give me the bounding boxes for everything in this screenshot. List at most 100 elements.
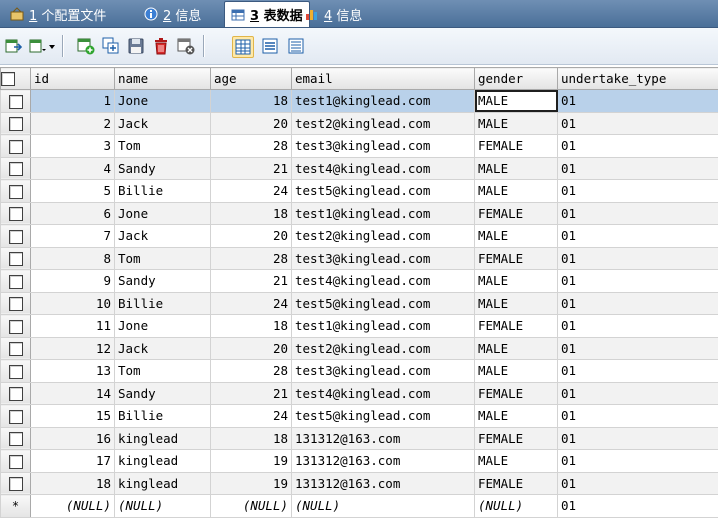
cell-age[interactable]: 20 (210, 336, 292, 360)
cell-undertake-type[interactable]: 01 (557, 156, 718, 180)
cell-undertake-type[interactable]: 01 (557, 246, 718, 270)
table-row[interactable]: 8 Tom 28 test3@kinglead.com FEMALE 01 (0, 246, 718, 270)
cell-age[interactable]: 24 (210, 291, 292, 315)
column-header-age[interactable]: age (210, 67, 292, 90)
column-header-id[interactable]: id (30, 67, 115, 90)
cell-id[interactable]: 5 (30, 179, 115, 203)
row-checkbox[interactable] (0, 134, 31, 158)
cell-undertake-type[interactable]: 01 (557, 111, 718, 135)
column-header-undertake-type[interactable]: undertake_type (557, 67, 718, 90)
cell-age[interactable]: 24 (210, 179, 292, 203)
text-view-button[interactable] (286, 36, 306, 56)
cell-name[interactable]: kinglead (114, 426, 211, 450)
cell-undertake-type[interactable]: 01 (557, 224, 718, 248)
row-checkbox[interactable] (0, 179, 31, 203)
cell-gender[interactable]: MALE (474, 111, 558, 135)
cell-name[interactable]: Billie (114, 404, 211, 428)
table-row[interactable]: 12 Jack 20 test2@kinglead.com MALE 01 (0, 336, 718, 360)
cell-gender[interactable]: MALE (474, 449, 558, 473)
table-row[interactable]: 18 kinglead 19 131312@163.com FEMALE 01 (0, 471, 718, 495)
cell-id[interactable]: 15 (30, 404, 115, 428)
cell-email[interactable]: test3@kinglead.com (291, 134, 475, 158)
row-checkbox[interactable] (0, 89, 31, 113)
row-checkbox[interactable] (0, 404, 31, 428)
cell-gender[interactable]: FEMALE (474, 246, 558, 270)
cell-email[interactable]: test1@kinglead.com (291, 314, 475, 338)
table-row[interactable]: 3 Tom 28 test3@kinglead.com FEMALE 01 (0, 134, 718, 158)
new-row[interactable]: * (NULL) (NULL) (NULL) (NULL) (NULL) 01 (0, 494, 718, 518)
cell-gender[interactable]: FEMALE (474, 314, 558, 338)
save-button[interactable] (126, 36, 146, 56)
tab-table-data[interactable]: 3 表数据 (224, 1, 310, 27)
tab-profiles[interactable]: 1 个配置文件 (4, 3, 112, 25)
table-row[interactable]: 6 Jone 18 test1@kinglead.com FEMALE 01 (0, 201, 718, 225)
cell-id[interactable]: 3 (30, 134, 115, 158)
cell-name[interactable]: Billie (114, 291, 211, 315)
cell-undertake-type[interactable]: 01 (557, 89, 718, 113)
cell-name[interactable]: Tom (114, 359, 211, 383)
cell-gender[interactable]: FEMALE (474, 134, 558, 158)
cell-id[interactable]: 1 (30, 89, 115, 113)
cell-age[interactable]: 21 (210, 381, 292, 405)
row-checkbox[interactable] (0, 471, 31, 495)
table-row[interactable]: 5 Billie 24 test5@kinglead.com MALE 01 (0, 179, 718, 203)
row-checkbox[interactable] (0, 359, 31, 383)
cell-name[interactable]: Jack (114, 336, 211, 360)
cell-email[interactable]: test2@kinglead.com (291, 111, 475, 135)
cell-name[interactable]: Jone (114, 201, 211, 225)
cell-undertake-type[interactable]: 01 (557, 134, 718, 158)
table-row[interactable]: 17 kinglead 19 131312@163.com MALE 01 (0, 449, 718, 473)
cell-id[interactable]: 2 (30, 111, 115, 135)
row-checkbox[interactable] (0, 201, 31, 225)
cell-email[interactable]: 131312@163.com (291, 449, 475, 473)
cell-age[interactable]: 21 (210, 269, 292, 293)
cell-name[interactable]: Billie (114, 179, 211, 203)
cell-id[interactable]: 7 (30, 224, 115, 248)
cell-undertake-type[interactable]: 01 (557, 381, 718, 405)
new-cell-gender[interactable]: (NULL) (474, 494, 558, 518)
cell-name[interactable]: Sandy (114, 156, 211, 180)
cell-undertake-type[interactable]: 01 (557, 314, 718, 338)
cell-age[interactable]: 18 (210, 426, 292, 450)
table-row[interactable]: 10 Billie 24 test5@kinglead.com MALE 01 (0, 291, 718, 315)
cell-name[interactable]: Sandy (114, 269, 211, 293)
cell-name[interactable]: Jack (114, 111, 211, 135)
cell-gender[interactable]: MALE (474, 269, 558, 293)
dropdown-arrow[interactable] (47, 36, 57, 56)
cell-age[interactable]: 18 (210, 201, 292, 225)
row-checkbox[interactable] (0, 111, 31, 135)
grid-view-button[interactable] (232, 36, 254, 58)
cell-age[interactable]: 28 (210, 359, 292, 383)
tab-info-4[interactable]: 4 信息 (299, 3, 368, 25)
cell-undertake-type[interactable]: 01 (557, 404, 718, 428)
cell-undertake-type[interactable]: 01 (557, 449, 718, 473)
cell-id[interactable]: 16 (30, 426, 115, 450)
cell-undertake-type[interactable]: 01 (557, 291, 718, 315)
cell-gender[interactable]: MALE (474, 179, 558, 203)
column-header-name[interactable]: name (114, 67, 211, 90)
row-checkbox[interactable] (0, 426, 31, 450)
cell-age[interactable]: 28 (210, 246, 292, 270)
cell-gender[interactable]: MALE (474, 359, 558, 383)
column-header-gender[interactable]: gender (474, 67, 558, 90)
cell-id[interactable]: 9 (30, 269, 115, 293)
cell-age[interactable]: 20 (210, 224, 292, 248)
cell-name[interactable]: kinglead (114, 471, 211, 495)
cell-id[interactable]: 12 (30, 336, 115, 360)
cell-gender[interactable]: FEMALE (474, 426, 558, 450)
cell-gender[interactable]: MALE (474, 336, 558, 360)
cell-email[interactable]: test5@kinglead.com (291, 404, 475, 428)
cell-email[interactable]: test4@kinglead.com (291, 381, 475, 405)
cell-undertake-type[interactable]: 01 (557, 336, 718, 360)
delete-button[interactable] (151, 36, 171, 56)
cell-name[interactable]: Jone (114, 89, 211, 113)
cancel-button[interactable] (176, 36, 196, 56)
cell-id[interactable]: 11 (30, 314, 115, 338)
select-all-checkbox[interactable] (0, 67, 31, 90)
new-cell-email[interactable]: (NULL) (291, 494, 475, 518)
table-row[interactable]: 2 Jack 20 test2@kinglead.com MALE 01 (0, 111, 718, 135)
cell-undertake-type[interactable]: 01 (557, 269, 718, 293)
cell-age[interactable]: 19 (210, 449, 292, 473)
row-checkbox[interactable] (0, 449, 31, 473)
new-cell-name[interactable]: (NULL) (114, 494, 211, 518)
